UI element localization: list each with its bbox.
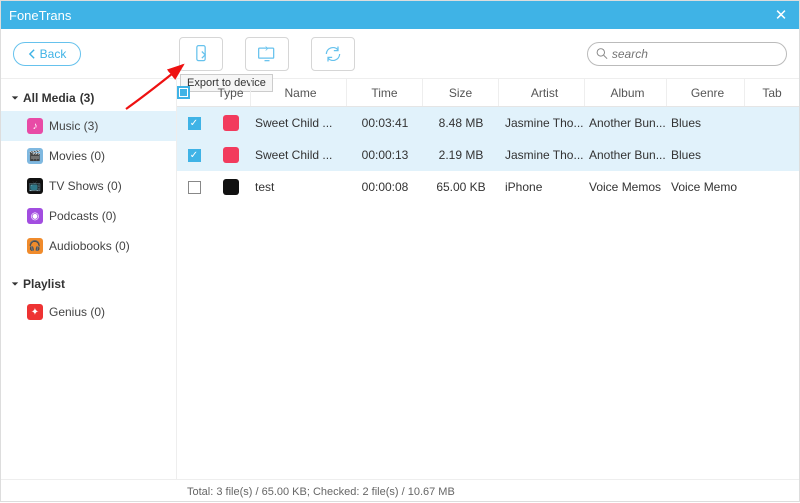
all-media-label: All Media — [23, 91, 76, 105]
toolbar: Back Export to device — [1, 29, 799, 79]
table-row[interactable]: ✓ Sweet Child ...00:00:132.19 MBJasmine T… — [177, 139, 799, 171]
col-tab-header[interactable]: Tab — [745, 79, 799, 106]
cell-name: Sweet Child ... — [251, 116, 347, 130]
sidebar-item-label: Music (3) — [49, 119, 98, 133]
all-media-count: (3) — [80, 91, 95, 105]
cell-name: Sweet Child ... — [251, 148, 347, 162]
cell-genre: Voice Memo — [667, 180, 745, 194]
search-box[interactable] — [587, 42, 787, 66]
col-artist-header[interactable]: Artist — [499, 79, 585, 106]
row-checkbox[interactable]: ✓ — [188, 149, 201, 162]
sidebar-item[interactable]: ✦ Genius (0) — [1, 297, 176, 327]
refresh-button[interactable] — [311, 37, 355, 71]
sidebar-item[interactable]: 🎧 Audiobooks (0) — [1, 231, 176, 261]
table-area: Type Name Time Size Artist Album Genre T… — [177, 79, 799, 479]
app-title: FoneTrans — [9, 8, 71, 23]
cell-size: 8.48 MB — [423, 116, 499, 130]
sidebar-item-label: TV Shows (0) — [49, 179, 122, 193]
export-to-device-button[interactable]: Export to device — [179, 37, 223, 71]
col-type-header[interactable]: Type — [211, 79, 251, 106]
search-input[interactable] — [612, 47, 778, 61]
sidebar-item[interactable]: 📺 TV Shows (0) — [1, 171, 176, 201]
select-all-checkbox[interactable] — [177, 86, 190, 99]
table-header: Type Name Time Size Artist Album Genre T… — [177, 79, 799, 107]
refresh-icon — [323, 44, 343, 64]
category-icon: ◉ — [27, 208, 43, 224]
export-device-icon — [191, 44, 211, 64]
sidebar-item[interactable]: ♪ Music (3) — [1, 111, 176, 141]
file-type-icon — [223, 115, 239, 131]
category-icon: 🎬 — [27, 148, 43, 164]
cell-size: 2.19 MB — [423, 148, 499, 162]
back-label: Back — [40, 47, 67, 61]
cell-album: Voice Memos — [585, 180, 667, 194]
caret-down-icon — [11, 280, 19, 288]
col-size-header[interactable]: Size — [423, 79, 499, 106]
cell-artist: Jasmine Tho... — [499, 148, 585, 162]
cell-time: 00:00:08 — [347, 180, 423, 194]
export-pc-icon — [257, 44, 277, 64]
chevron-left-icon — [28, 49, 36, 59]
cell-time: 00:00:13 — [347, 148, 423, 162]
sidebar-header-playlist[interactable]: Playlist — [1, 271, 176, 297]
cell-artist: iPhone — [499, 180, 585, 194]
cell-time: 00:03:41 — [347, 116, 423, 130]
sidebar-item[interactable]: ◉ Podcasts (0) — [1, 201, 176, 231]
playlist-label: Playlist — [23, 277, 65, 291]
caret-down-icon — [11, 94, 19, 102]
status-bar: Total: 3 file(s) / 65.00 KB; Checked: 2 … — [1, 479, 799, 503]
category-icon: 🎧 — [27, 238, 43, 254]
sidebar-item-label: Podcasts (0) — [49, 209, 116, 223]
col-genre-header[interactable]: Genre — [667, 79, 745, 106]
table-row[interactable]: test00:00:0865.00 KBiPhoneVoice MemosVoi… — [177, 171, 799, 203]
cell-album: Another Bun... — [585, 116, 667, 130]
cell-name: test — [251, 180, 347, 194]
cell-artist: Jasmine Tho... — [499, 116, 585, 130]
search-icon — [596, 47, 608, 60]
back-button[interactable]: Back — [13, 42, 81, 66]
sidebar-header-all-media[interactable]: All Media (3) — [1, 85, 176, 111]
table-row[interactable]: ✓ Sweet Child ...00:03:418.48 MBJasmine T… — [177, 107, 799, 139]
col-name-header[interactable]: Name — [251, 79, 347, 106]
col-album-header[interactable]: Album — [585, 79, 667, 106]
cell-genre: Blues — [667, 116, 745, 130]
sidebar: All Media (3) ♪ Music (3) 🎬 Movies (0) 📺 TV S… — [1, 79, 177, 479]
status-text: Total: 3 file(s) / 65.00 KB; Checked: 2 … — [187, 486, 455, 498]
cell-genre: Blues — [667, 148, 745, 162]
file-type-icon — [223, 179, 239, 195]
row-checkbox[interactable]: ✓ — [188, 117, 201, 130]
cell-size: 65.00 KB — [423, 180, 499, 194]
col-time-header[interactable]: Time — [347, 79, 423, 106]
sidebar-item[interactable]: 🎬 Movies (0) — [1, 141, 176, 171]
category-icon: ✦ — [27, 304, 43, 320]
row-checkbox[interactable] — [188, 181, 201, 194]
sidebar-item-label: Genius (0) — [49, 305, 105, 319]
close-icon[interactable]: ✕ — [771, 6, 791, 24]
titlebar: FoneTrans ✕ — [1, 1, 799, 29]
category-icon: ♪ — [27, 118, 43, 134]
file-type-icon — [223, 147, 239, 163]
category-icon: 📺 — [27, 178, 43, 194]
export-to-pc-button[interactable] — [245, 37, 289, 71]
cell-album: Another Bun... — [585, 148, 667, 162]
sidebar-item-label: Audiobooks (0) — [49, 239, 130, 253]
sidebar-item-label: Movies (0) — [49, 149, 105, 163]
